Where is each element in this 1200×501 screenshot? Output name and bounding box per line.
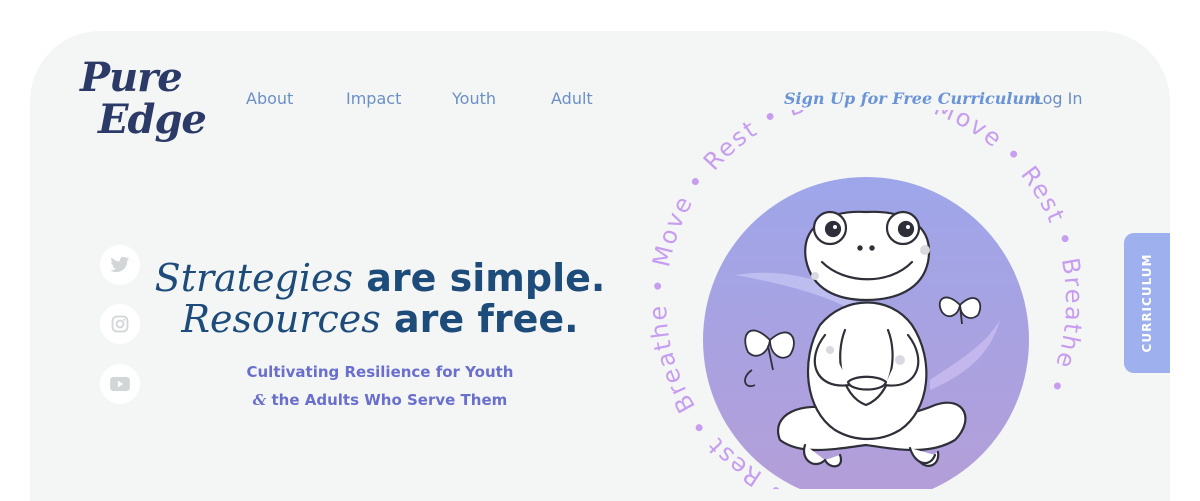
pure-edge-logo[interactable]: Pure Edge <box>80 54 207 156</box>
subtitle-line-2: the Adults Who Serve Them <box>266 391 508 409</box>
headline-resources: Resources <box>181 297 381 341</box>
logo-word-2: Edge <box>98 96 207 143</box>
nav-impact[interactable]: Impact <box>346 89 401 108</box>
curriculum-tab[interactable]: CURRICULUM <box>1124 233 1170 373</box>
instagram-button[interactable] <box>100 304 140 344</box>
nav-youth[interactable]: Youth <box>452 89 496 108</box>
instagram-icon <box>111 315 129 333</box>
youtube-button[interactable] <box>100 364 140 404</box>
twitter-icon <box>110 256 130 273</box>
headline-are-simple: are simple. <box>353 256 606 300</box>
subtitle-line-1: Cultivating Resilience for Youth <box>246 363 514 381</box>
twitter-button[interactable] <box>100 245 140 285</box>
nav-about[interactable]: About <box>246 89 293 108</box>
signup-link[interactable]: Sign Up for Free Curriculum <box>784 89 1041 108</box>
logo-word-1: Pure <box>80 54 183 101</box>
headline-strategies: Strategies <box>154 256 354 300</box>
curriculum-tab-label: CURRICULUM <box>1140 253 1154 353</box>
subtitle-ampersand: & <box>252 391 267 409</box>
login-link[interactable]: Log In <box>1034 89 1083 108</box>
hero-illustration: Move • Rest • Breathe • Move • Rest • Br… <box>644 110 1086 489</box>
hero-subtitle: Cultivating Resilience for Youth & the A… <box>180 358 580 414</box>
youtube-icon <box>110 377 130 391</box>
headline-are-free: are free. <box>380 297 579 341</box>
nav-adult[interactable]: Adult <box>551 89 593 108</box>
hero-headline: Strategies are simple. Resources are fre… <box>150 258 610 340</box>
